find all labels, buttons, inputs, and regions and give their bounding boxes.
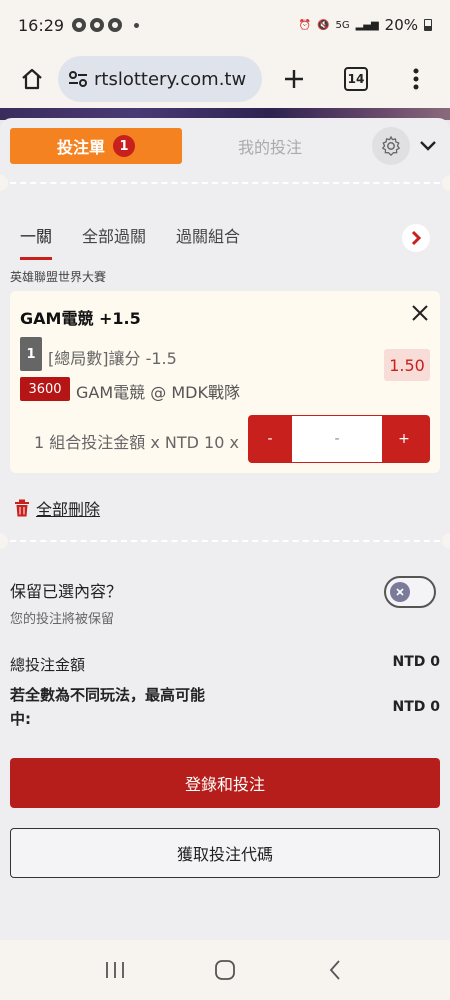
back-button[interactable] [315,950,355,990]
total-stake-value: NTD 0 [392,654,440,670]
more-notifications-icon [134,22,140,28]
network-label: 5G [335,19,350,31]
battery-level: 20% [384,16,418,34]
bet-type-tabs: 一關 全部過關 過關組合 [10,222,440,262]
tab-betslip-label: 投注單 [56,138,105,157]
home-nav-button[interactable] [205,950,245,990]
divider [0,533,450,549]
divider [0,175,450,191]
chrome-notification-icon [108,18,123,32]
keep-selection-subtitle: 您的投注將被保留 [10,612,115,627]
system-icons: ⏰ 🔇 5G ▂▄▆ 20% [299,16,432,34]
url-text: rtslottery.com.tw [94,68,247,90]
remove-selection-button[interactable] [410,303,430,323]
total-stake-label: 總投注金額 [10,656,86,674]
login-and-bet-button[interactable]: 登錄和投注 [10,758,440,808]
collapse-button[interactable] [416,134,440,158]
signal-icon: ▂▄▆ [355,19,379,31]
browser-menu-button[interactable] [396,59,436,99]
close-icon [396,588,404,596]
recents-icon [106,962,124,978]
site-settings-icon[interactable] [68,70,88,88]
chevron-right-icon [411,230,422,246]
gear-icon [382,136,400,156]
tab-switcher-button[interactable]: 14 [336,59,376,99]
market-name: [總局數]讓分 -1.5 [48,349,177,368]
trash-icon [15,499,29,517]
odds-value: 1.50 [384,349,430,381]
new-tab-button[interactable] [274,59,314,99]
totals-section: 總投注金額 NTD 0 若全數為不同玩法，最高可能中: NTD 0 [10,654,440,731]
next-tab-button[interactable] [402,224,430,252]
stake-input[interactable]: - [292,416,382,462]
back-icon [329,960,340,980]
delete-all-label: 全部刪除 [36,500,101,519]
status-time: 16:29 [18,15,65,35]
match-name: GAM電競 @ MDK戰隊 [76,383,240,402]
league-name: 英雄聯盟世界大賽 [10,270,107,284]
selection-number: 1 [20,337,42,371]
more-vert-icon [413,68,419,90]
browser-toolbar: rtslottery.com.tw 14 [0,50,450,108]
stake-decrease-button[interactable]: - [248,415,292,463]
chevron-down-icon [420,141,436,151]
tab-betslip[interactable]: 投注單 1 [10,128,182,164]
stake-increase-button[interactable]: + [382,415,426,463]
system-nav-bar [0,940,450,1000]
max-payout-value: NTD 0 [392,699,440,715]
tab-single[interactable]: 一關 [20,222,53,262]
keep-selection-toggle[interactable] [384,576,436,608]
total-stake-row: 總投注金額 NTD 0 [10,654,440,675]
bet-selection-card: GAM電競 +1.5 1 [總局數]讓分 -1.5 1.50 3600 GAM電… [10,291,440,473]
tab-all-parlay[interactable]: 全部過關 [82,222,146,262]
delete-all-button[interactable]: 全部刪除 [14,496,100,520]
bet-slip-header: 投注單 1 我的投注 [10,126,440,166]
close-icon [412,305,428,321]
selection-title: GAM電競 +1.5 [20,309,141,328]
chrome-notification-icon [90,18,105,32]
bet-slip-panel: 投注單 1 我的投注 一關 全部過關 過關組合 英雄聯盟世界大賽 GAM電競 +… [0,118,450,940]
address-bar[interactable]: rtslottery.com.tw [58,56,262,102]
betslip-count-badge: 1 [113,135,135,157]
max-payout-row: 若全數為不同玩法，最高可能中: NTD 0 [10,683,440,731]
tab-my-bets[interactable]: 我的投注 [238,134,302,158]
alarm-icon: ⏰ [298,19,311,31]
home-button[interactable] [12,59,52,99]
home-circle-icon [215,960,235,980]
keep-selection-section: 保留已選內容？ 您的投注將被保留 [10,576,440,627]
plus-icon [285,70,303,88]
status-bar: 16:29 ⏰ 🔇 5G ▂▄▆ 20% [0,0,450,50]
tab-count: 14 [344,67,368,91]
notification-icons [72,18,140,32]
get-bet-code-button[interactable]: 獲取投注代碼 [10,828,440,878]
mute-icon: 🔇 [317,19,330,31]
settings-button[interactable] [372,127,410,165]
home-icon [22,68,42,90]
recent-apps-button[interactable] [95,950,135,990]
stake-stepper: - - + [248,415,430,463]
max-payout-label: 若全數為不同玩法，最高可能中: [10,686,206,728]
stake-label: 1 組合投注金額 x NTD 10 x [34,433,239,452]
match-code-badge: 3600 [20,377,70,401]
keep-selection-title: 保留已選內容？ [10,582,123,601]
chrome-notification-icon [72,18,87,32]
tab-parlay-combo[interactable]: 過關組合 [176,222,240,262]
toggle-knob [390,582,410,602]
battery-icon [424,19,432,31]
